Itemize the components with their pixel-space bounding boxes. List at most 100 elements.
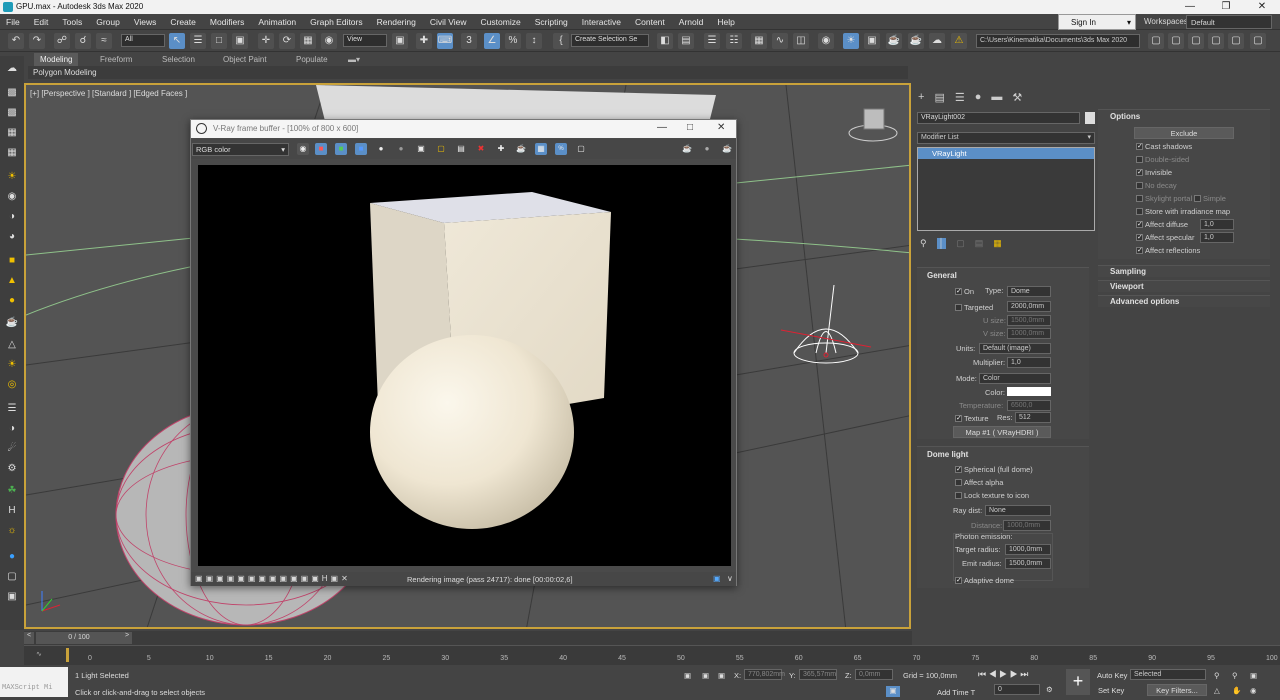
history-icon[interactable]: ▢ [575, 143, 587, 155]
menu-modifiers[interactable]: Modifiers [210, 17, 244, 27]
undo-icon[interactable]: ↶ [8, 33, 24, 49]
render-icon[interactable]: ▣ [4, 590, 20, 604]
project-path[interactable]: C:\Users\Kinematika\Documents\3ds Max 20… [976, 34, 1140, 48]
raydist-dropdown[interactable]: None [985, 505, 1051, 516]
snap-icon[interactable]: ☄ [4, 442, 20, 456]
table-icon[interactable]: ▦ [4, 126, 20, 140]
globe-icon[interactable]: ● [4, 550, 20, 564]
render-interactive-icon[interactable]: ☕ [721, 143, 733, 155]
light-bulb-icon[interactable]: ☀ [4, 170, 20, 184]
blue-channel-icon[interactable]: ■ [355, 143, 367, 155]
channel-select[interactable]: RGB color ▾ [192, 143, 289, 156]
mirror-icon[interactable]: ◧ [657, 33, 673, 49]
hierarchy-tab-icon[interactable]: ☰ [955, 91, 965, 104]
nav-zoom-icon[interactable]: ⚲ [1214, 671, 1220, 680]
green-channel-icon[interactable]: ■ [335, 143, 347, 155]
vray-frame-buffer-window[interactable]: V-Ray frame buffer - [100% of 800 x 600]… [190, 119, 737, 586]
menu-animation[interactable]: Animation [258, 17, 296, 27]
menu-arnold[interactable]: Arnold [679, 17, 704, 27]
layers-icon[interactable]: ▢ [4, 570, 20, 584]
nav-fov-icon[interactable]: △ [1214, 686, 1220, 695]
menu-edit[interactable]: Edit [34, 17, 49, 27]
isolate-icon[interactable]: ▣ [702, 671, 709, 680]
dome-light-gizmo[interactable] [780, 284, 872, 364]
prev-frame-icon[interactable]: < [24, 632, 34, 644]
viewport-label[interactable]: [+] [Perspective ] [Standard ] [Edged Fa… [30, 89, 187, 98]
polygon-modeling-bar[interactable]: Polygon Modeling [28, 66, 908, 79]
remove-modifier-icon[interactable]: ▤ [975, 238, 984, 249]
load-image-icon[interactable]: ▢ [435, 143, 447, 155]
affect-specular-spinner[interactable]: 1,0 [1200, 232, 1234, 243]
minimize-icon[interactable]: — [1172, 0, 1208, 14]
stack-item-vraylight[interactable]: VRayLight [918, 148, 1094, 159]
modifier-list-dropdown[interactable]: Modifier List ▾ [917, 132, 1095, 144]
texture-map-button[interactable]: Map #1 ( VRayHDRI ) [953, 426, 1051, 438]
utilities-tab-icon[interactable]: ⚒ [1012, 91, 1022, 104]
menu-rendering[interactable]: Rendering [377, 17, 416, 27]
selection-filter[interactable]: All [121, 34, 165, 47]
temperature-field[interactable]: 6500,0 [1007, 400, 1051, 411]
layer-icon[interactable]: ▩ [4, 86, 20, 100]
tools-icon[interactable]: ⚙ [4, 462, 20, 476]
nav-pan-icon[interactable]: ✋ [1232, 686, 1241, 695]
save-image-icon[interactable]: ▣ [415, 143, 427, 155]
vfb-maximize-icon[interactable]: □ [687, 122, 693, 133]
menu-tools[interactable]: Tools [62, 17, 82, 27]
affect-alpha-checkbox[interactable] [955, 479, 962, 486]
edit-named-sel-icon[interactable]: { [553, 33, 569, 49]
res-spinner[interactable]: 512 [1015, 412, 1051, 423]
toolbar-extra4-icon[interactable]: ▢ [1228, 33, 1244, 49]
adaptive-dome-checkbox[interactable]: ✓ [955, 577, 962, 584]
pixel-info-icon[interactable]: ▣ [280, 574, 288, 584]
restore-icon[interactable]: ❐ [1208, 0, 1244, 14]
rect-selection-icon[interactable]: □ [211, 33, 227, 49]
stop-render-icon[interactable]: ✖ [475, 143, 487, 155]
material-editor-icon[interactable]: ◉ [818, 33, 834, 49]
vfb-collapse-icon[interactable]: ∨ [727, 574, 733, 583]
menu-civil-view[interactable]: Civil View [430, 17, 467, 27]
options-title[interactable]: Options [1110, 112, 1140, 121]
add-time-tag[interactable]: Add Time T [937, 688, 975, 697]
vsize-field[interactable]: 1000,0mm [1007, 328, 1051, 339]
type-dropdown[interactable]: Dome [1007, 286, 1051, 297]
cast-shadows-checkbox[interactable]: ✓ [1136, 143, 1143, 150]
display-tab-icon[interactable]: ▬ [991, 91, 1002, 104]
track-mouse-icon[interactable]: ▦ [535, 143, 547, 155]
vfb-expand-icon[interactable]: ▣ [713, 574, 721, 583]
schematic-view-icon[interactable]: ◫ [793, 33, 809, 49]
selection-lock-icon[interactable]: ▣ [684, 671, 691, 680]
menu-customize[interactable]: Customize [481, 17, 521, 27]
rendered-frame-icon[interactable]: ▣ [864, 33, 880, 49]
menu-file[interactable]: File [6, 17, 20, 27]
box-icon[interactable]: ■ [4, 254, 20, 268]
modify-tab-icon[interactable]: ▤ [934, 91, 944, 104]
x-icon[interactable]: ✕ [341, 574, 348, 584]
lut-icon[interactable]: ▣ [195, 574, 203, 584]
sun-icon[interactable]: ☀ [4, 358, 20, 372]
ribbon-tab-modeling[interactable]: Modeling [34, 53, 79, 66]
menu-views[interactable]: Views [134, 17, 157, 27]
exclude-button[interactable]: Exclude [1134, 127, 1234, 139]
scene-explorer-icon[interactable]: ☰ [704, 33, 720, 49]
time-tag-icon[interactable]: ▣ [886, 686, 900, 697]
align-icon[interactable]: ▤ [678, 33, 694, 49]
curve-editor-icon[interactable]: ∿ [772, 33, 788, 49]
general-rollout-title[interactable]: General [927, 271, 957, 280]
lens-effects-icon[interactable]: ▣ [301, 574, 309, 584]
skylight-portal-checkbox[interactable] [1136, 195, 1143, 202]
curve-editor-mini-icon[interactable]: ∿ [36, 650, 42, 658]
alpha-white-icon[interactable]: ● [375, 143, 387, 155]
grid-icon[interactable]: ▦ [4, 146, 20, 160]
menu-create[interactable]: Create [170, 17, 196, 27]
viewcube-icon[interactable] [848, 108, 898, 142]
nav-zoom-extents-icon[interactable]: ▣ [1250, 671, 1257, 680]
color-channels-icon[interactable]: ◉ [297, 143, 309, 155]
flip-h-icon[interactable]: H [322, 574, 328, 584]
x-coord-field[interactable]: 770,802mm [744, 669, 785, 680]
y-coord-field[interactable]: 365,57mm [799, 669, 837, 680]
prev-key-icon[interactable]: ◀ [989, 669, 997, 679]
render-cloud-icon[interactable]: ☁ [929, 33, 945, 49]
key-filters-button[interactable]: Key Filters... [1147, 684, 1207, 696]
named-selection-dropdown[interactable]: Create Selection Se [571, 34, 649, 47]
menu-help[interactable]: Help [717, 17, 734, 27]
